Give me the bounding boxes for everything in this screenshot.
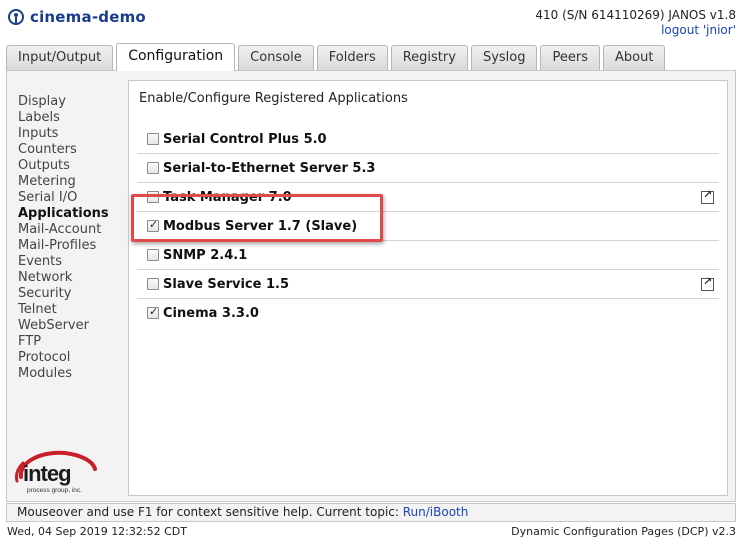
app-row-snmp: SNMP 2.4.1 (137, 241, 719, 270)
sidebar-item-events[interactable]: Events (18, 254, 109, 270)
configuration-panel: Display Labels Inputs Counters Outputs M… (6, 70, 736, 502)
tab-input-output[interactable]: Input/Output (6, 45, 114, 71)
tab-about[interactable]: About (602, 45, 666, 71)
logo-wordmark: integ (23, 461, 71, 486)
sidebar-item-modules[interactable]: Modules (18, 366, 109, 382)
header: cinema-demo 410 (S/N 614110269) JANOS v1… (0, 0, 742, 42)
tab-configuration[interactable]: Configuration (116, 43, 236, 71)
sidebar-item-telnet[interactable]: Telnet (18, 302, 109, 318)
sidebar-item-inputs[interactable]: Inputs (18, 126, 109, 142)
app-row-serial-control-plus: Serial Control Plus 5.0 (137, 125, 719, 154)
app-label[interactable]: Serial-to-Ethernet Server 5.3 (163, 161, 375, 176)
sidebar-nav: Display Labels Inputs Counters Outputs M… (18, 94, 109, 382)
applications-content: Enable/Configure Registered Applications… (128, 80, 728, 496)
logo-subtext: process group, inc. (27, 487, 82, 494)
app-checkbox[interactable] (147, 191, 159, 203)
app-label[interactable]: Task Manager 7.0 (163, 190, 292, 205)
external-link-icon[interactable] (701, 275, 714, 291)
tab-console[interactable]: Console (238, 45, 314, 71)
sidebar-item-network[interactable]: Network (18, 270, 109, 286)
device-info-block: 410 (S/N 614110269) JANOS v1.8 logout 'j… (535, 8, 736, 38)
sidebar-item-ftp[interactable]: FTP (18, 334, 109, 350)
app-row-serial-to-ethernet: Serial-to-Ethernet Server 5.3 (137, 154, 719, 183)
sidebar-item-display[interactable]: Display (18, 94, 109, 110)
brand: cinema-demo (8, 8, 146, 26)
page-title: Enable/Configure Registered Applications (139, 91, 408, 106)
sidebar-item-metering[interactable]: Metering (18, 174, 109, 190)
info-icon (8, 9, 24, 25)
tab-folders[interactable]: Folders (316, 45, 388, 71)
integ-logo: integ process group, inc. (15, 450, 97, 494)
sidebar-item-counters[interactable]: Counters (18, 142, 109, 158)
app-checkbox[interactable] (147, 162, 159, 174)
tab-bar: Input/Output Configuration Console Folde… (6, 43, 668, 71)
sidebar-item-security[interactable]: Security (18, 286, 109, 302)
sidebar-item-labels[interactable]: Labels (18, 110, 109, 126)
app-checkbox-checked[interactable] (147, 218, 159, 232)
sidebar-item-mail-profiles[interactable]: Mail-Profiles (18, 238, 109, 254)
help-text: Mouseover and use F1 for context sensiti… (17, 505, 403, 519)
footer-datetime: Wed, 04 Sep 2019 12:32:52 CDT (7, 525, 187, 538)
app-row-slave-service: Slave Service 1.5 (137, 270, 719, 299)
external-link-icon[interactable] (701, 188, 714, 204)
application-list: Serial Control Plus 5.0 Serial-to-Ethern… (137, 125, 719, 328)
sidebar-item-protocol[interactable]: Protocol (18, 350, 109, 366)
help-topic-link[interactable]: Run/iBooth (403, 505, 469, 519)
app-row-modbus-server: Modbus Server 1.7 (Slave) (137, 212, 719, 241)
app-label[interactable]: Modbus Server 1.7 (Slave) (163, 219, 357, 234)
app-checkbox[interactable] (147, 133, 159, 145)
app-label[interactable]: SNMP 2.4.1 (163, 248, 247, 263)
sidebar-item-applications[interactable]: Applications (18, 206, 109, 222)
tab-registry[interactable]: Registry (390, 45, 468, 71)
tab-syslog[interactable]: Syslog (470, 45, 538, 71)
logout-link[interactable]: logout 'jnior' (535, 23, 736, 38)
app-name: cinema-demo (30, 8, 146, 26)
app-label[interactable]: Cinema 3.3.0 (163, 306, 259, 321)
app-checkbox-checked[interactable] (147, 305, 159, 319)
help-bar: Mouseover and use F1 for context sensiti… (6, 503, 736, 522)
sidebar-item-webserver[interactable]: WebServer (18, 318, 109, 334)
app-row-cinema: Cinema 3.3.0 (137, 299, 719, 328)
sidebar-item-serial-io[interactable]: Serial I/O (18, 190, 109, 206)
sidebar-item-outputs[interactable]: Outputs (18, 158, 109, 174)
device-info: 410 (S/N 614110269) JANOS v1.8 (535, 8, 736, 22)
app-label[interactable]: Serial Control Plus 5.0 (163, 132, 327, 147)
app-label[interactable]: Slave Service 1.5 (163, 277, 289, 292)
footer-version: Dynamic Configuration Pages (DCP) v2.3 (511, 525, 736, 538)
app-row-task-manager: Task Manager 7.0 (137, 183, 719, 212)
sidebar-item-mail-account[interactable]: Mail-Account (18, 222, 109, 238)
app-checkbox[interactable] (147, 249, 159, 261)
tab-peers[interactable]: Peers (540, 45, 600, 71)
app-checkbox[interactable] (147, 278, 159, 290)
